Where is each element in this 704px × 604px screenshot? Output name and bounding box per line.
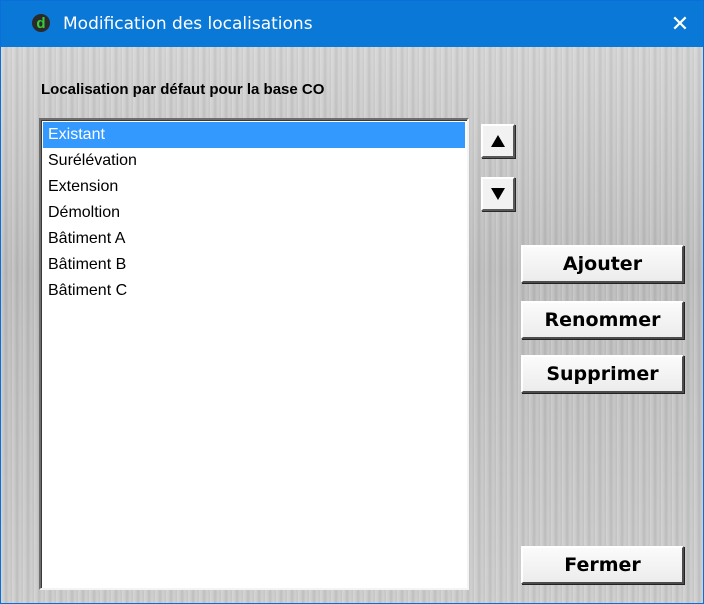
list-item[interactable]: Bâtiment A xyxy=(43,226,465,252)
list-item[interactable]: Bâtiment C xyxy=(43,278,465,304)
move-up-button[interactable] xyxy=(481,124,515,158)
default-location-label: Localisation par défaut pour la base CO xyxy=(41,81,325,98)
triangle-down-icon xyxy=(491,188,505,200)
rename-button[interactable]: Renommer xyxy=(521,301,684,339)
triangle-up-icon xyxy=(491,135,505,147)
window-title: Modification des localisations xyxy=(63,14,313,34)
add-button[interactable]: Ajouter xyxy=(521,245,684,283)
svg-text:d: d xyxy=(36,15,45,32)
dialog-window: d Modification des localisations ✕ Local… xyxy=(0,0,704,604)
delete-button[interactable]: Supprimer xyxy=(521,355,684,393)
title-bar[interactable]: d Modification des localisations ✕ xyxy=(1,1,703,47)
list-item[interactable]: Démoltion xyxy=(43,200,465,226)
close-window-button[interactable]: ✕ xyxy=(657,1,703,47)
list-item[interactable]: Bâtiment B xyxy=(43,252,465,278)
list-item[interactable]: Surélévation xyxy=(43,148,465,174)
app-logo-icon: d xyxy=(32,14,50,32)
list-item[interactable]: Existant xyxy=(43,122,465,148)
close-icon: ✕ xyxy=(670,11,690,36)
close-button[interactable]: Fermer xyxy=(521,546,684,584)
move-down-button[interactable] xyxy=(481,177,515,211)
locations-listbox[interactable]: Existant Surélévation Extension Démoltion Bâ… xyxy=(39,118,469,590)
list-item[interactable]: Extension xyxy=(43,174,465,200)
